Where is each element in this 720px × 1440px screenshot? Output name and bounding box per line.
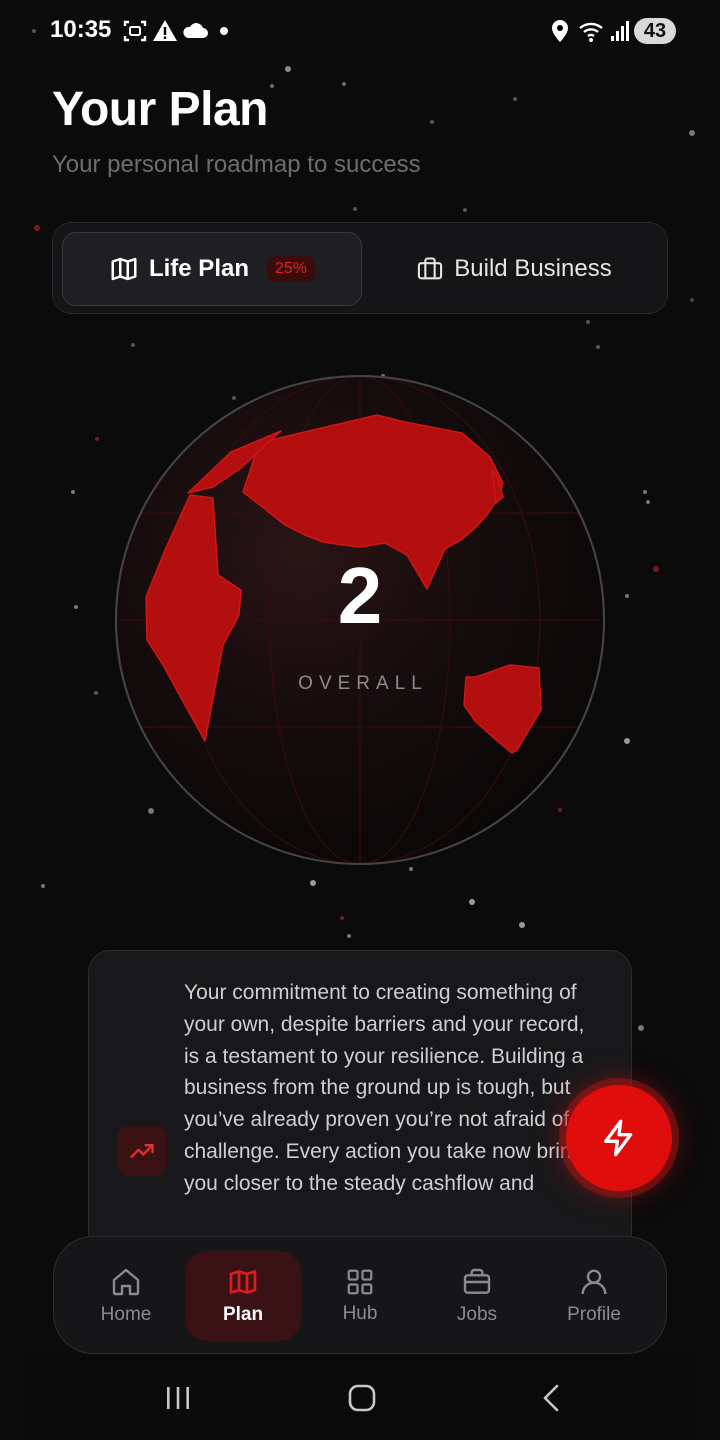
recent-apps-button[interactable] xyxy=(150,1356,206,1440)
star xyxy=(270,84,274,88)
nav-item-home[interactable]: Home xyxy=(68,1251,184,1341)
star xyxy=(409,867,413,871)
overall-caption: OVERALL xyxy=(298,673,428,694)
page-subtitle: Your personal roadmap to success xyxy=(52,151,421,178)
star xyxy=(513,97,517,101)
grid-icon xyxy=(347,1269,373,1295)
star xyxy=(347,934,351,938)
system-navigation-bar xyxy=(24,1356,696,1440)
star xyxy=(41,884,45,888)
star xyxy=(430,120,434,124)
location-icon xyxy=(552,20,568,42)
tab-life-plan-label: Life Plan xyxy=(148,255,249,282)
wifi-icon xyxy=(579,22,603,42)
briefcase-icon xyxy=(463,1268,491,1294)
screenshot-icon xyxy=(123,20,147,42)
insight-icon-container xyxy=(117,1126,167,1176)
status-time: 10:35 xyxy=(50,16,112,43)
star xyxy=(469,899,475,905)
star xyxy=(519,922,525,928)
warning-icon xyxy=(153,20,177,41)
plan-tabs: Life Plan 25% Build Business xyxy=(52,222,668,314)
back-chevron-icon xyxy=(543,1384,559,1412)
bottom-navigation: Home Plan Hub Jobs Profile xyxy=(53,1236,667,1354)
battery-indicator: 43 xyxy=(634,18,676,44)
home-system-button[interactable] xyxy=(334,1356,390,1440)
map-icon xyxy=(229,1270,257,1294)
star xyxy=(624,738,630,744)
star xyxy=(285,66,291,72)
page-title: Your Plan xyxy=(52,83,268,136)
nav-item-profile[interactable]: Profile xyxy=(536,1251,652,1341)
star xyxy=(596,345,600,349)
quick-action-button[interactable] xyxy=(566,1085,672,1191)
home-circle-icon xyxy=(348,1384,376,1412)
star xyxy=(310,880,316,886)
insight-card: Your commitment to creating something of… xyxy=(88,950,632,1280)
nav-item-hub[interactable]: Hub xyxy=(302,1251,418,1341)
star xyxy=(638,1025,644,1031)
nav-item-jobs[interactable]: Jobs xyxy=(419,1251,535,1341)
tab-build-business-label: Build Business xyxy=(454,255,612,282)
star xyxy=(643,490,647,494)
user-icon xyxy=(581,1269,607,1295)
star xyxy=(689,130,695,136)
back-button[interactable] xyxy=(524,1356,580,1440)
lightning-icon xyxy=(604,1119,633,1157)
star xyxy=(463,208,467,212)
nav-label-hub: Hub xyxy=(342,1303,378,1324)
tab-build-business[interactable]: Build Business xyxy=(369,232,659,306)
signal-icon xyxy=(611,21,629,41)
star xyxy=(34,225,40,231)
home-icon xyxy=(112,1268,140,1296)
star xyxy=(586,320,590,324)
notification-dot-icon xyxy=(220,27,228,35)
cloud-icon xyxy=(183,23,208,38)
map-icon xyxy=(111,257,137,281)
briefcase-icon xyxy=(418,257,443,280)
star xyxy=(71,490,75,494)
nav-label-home: Home xyxy=(100,1304,152,1325)
star xyxy=(95,437,99,441)
star xyxy=(353,207,357,211)
nav-label-plan: Plan xyxy=(222,1304,264,1325)
star xyxy=(340,916,344,920)
insight-text: Your commitment to creating something of… xyxy=(184,981,594,1195)
overall-score: 2 xyxy=(337,551,383,640)
star xyxy=(690,298,694,302)
life-plan-progress-badge: 25% xyxy=(267,256,316,282)
status-bar: 10:35 43 xyxy=(0,0,720,62)
nav-label-profile: Profile xyxy=(567,1304,621,1325)
nav-item-plan[interactable]: Plan xyxy=(185,1251,301,1341)
star xyxy=(342,82,346,86)
recent-apps-icon xyxy=(167,1387,189,1409)
nav-label-jobs: Jobs xyxy=(456,1304,498,1325)
star xyxy=(646,500,650,504)
trending-up-icon xyxy=(130,1144,154,1158)
tab-life-plan[interactable]: Life Plan 25% xyxy=(62,232,362,306)
star xyxy=(131,343,135,347)
